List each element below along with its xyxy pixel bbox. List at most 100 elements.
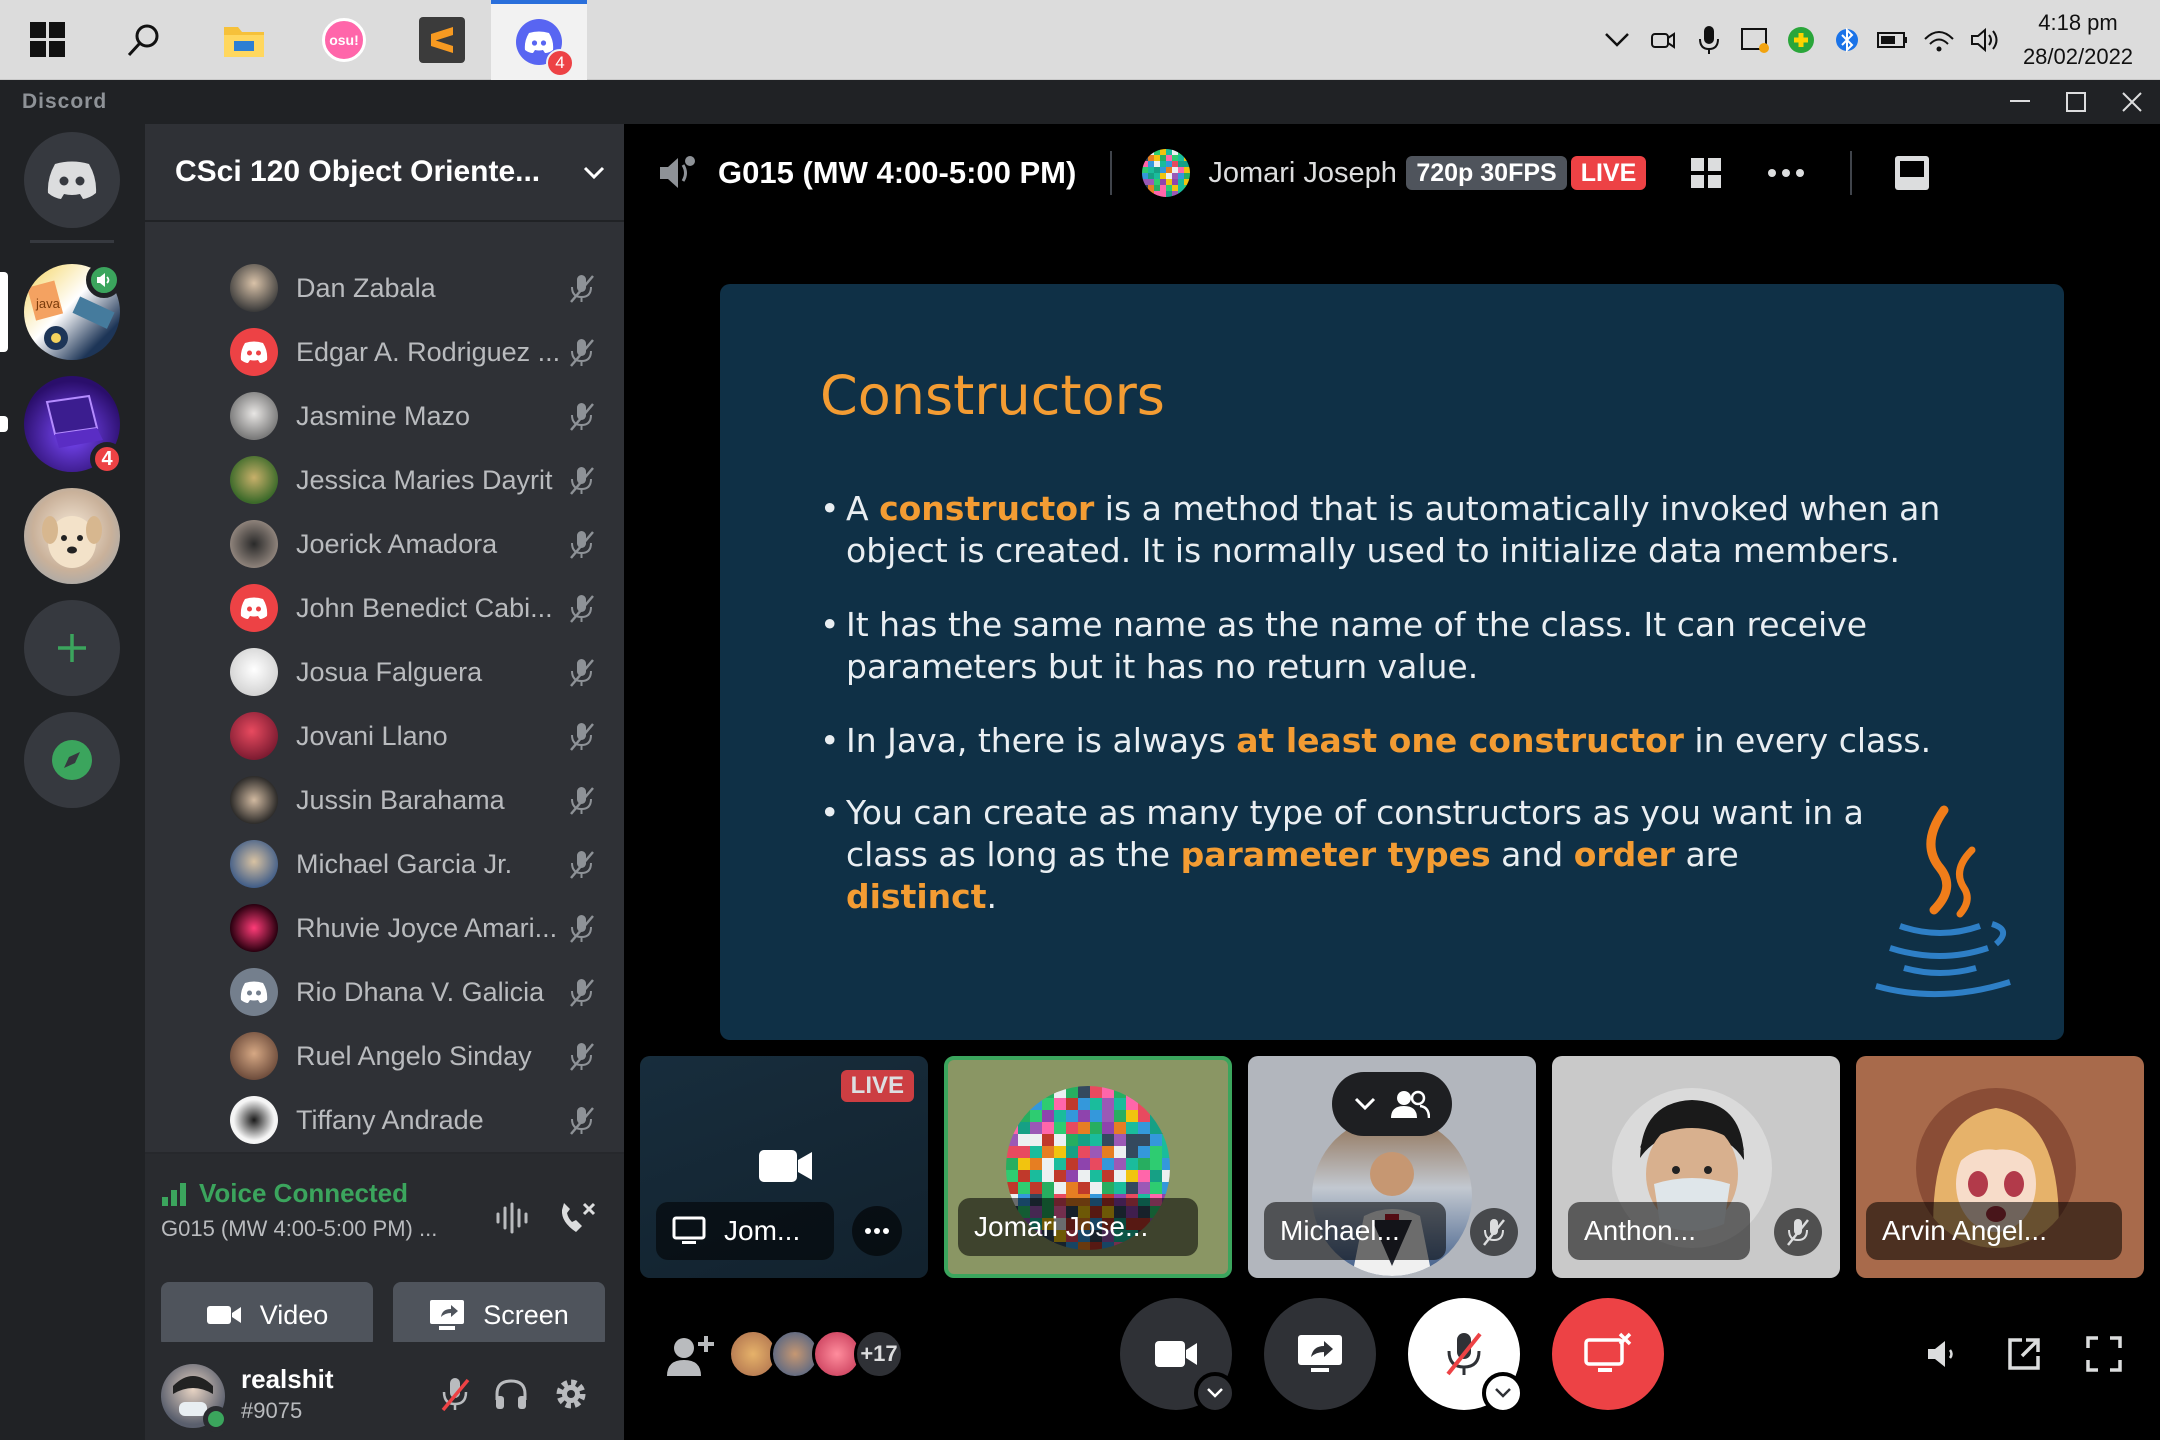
- osu-button[interactable]: osu!: [296, 0, 392, 80]
- voice-member[interactable]: Joerick Amadora: [230, 516, 600, 572]
- tile-screen-share[interactable]: LIVE Jom...: [640, 1056, 928, 1278]
- disconnect-button[interactable]: [1552, 1298, 1664, 1410]
- discord-taskbar-button[interactable]: 4: [491, 0, 587, 80]
- microphone-toggle-button[interactable]: [1408, 1298, 1524, 1414]
- screen-share-toggle-button[interactable]: [1264, 1298, 1376, 1410]
- camera-options-button[interactable]: [1194, 1372, 1236, 1414]
- tile-michael[interactable]: Michael...: [1248, 1056, 1536, 1278]
- tile-jomari-speaking[interactable]: Jomari Jose...: [944, 1056, 1232, 1278]
- clock[interactable]: 4:18 pm 28/02/2022: [2008, 6, 2148, 74]
- explore-servers-button[interactable]: [24, 712, 120, 808]
- voice-member[interactable]: Rio Dhana V. Galicia: [230, 964, 600, 1020]
- deafen-button[interactable]: [487, 1370, 535, 1418]
- microphone-muted-icon: [570, 531, 594, 559]
- sublime-text-button[interactable]: [394, 0, 490, 80]
- battery-icon[interactable]: [1870, 0, 1916, 80]
- video-camera-icon: [206, 1306, 241, 1324]
- mute-microphone-button[interactable]: [431, 1370, 479, 1418]
- noise-suppression-button[interactable]: [489, 1194, 537, 1242]
- voice-member[interactable]: Jasmine Mazo: [230, 388, 600, 444]
- discord-icon: 4: [516, 19, 574, 77]
- voice-member[interactable]: Edgar A. Rodriguez ...: [230, 324, 600, 380]
- voice-member[interactable]: Jessica Maries Dayrit: [230, 452, 600, 508]
- meet-now-icon[interactable]: [1640, 0, 1686, 80]
- server-purple-laptop[interactable]: 4: [24, 376, 124, 476]
- monitor-icon: [672, 1216, 706, 1244]
- participant-toggle-button[interactable]: [1332, 1072, 1452, 1136]
- camera-toggle-button[interactable]: [1120, 1298, 1236, 1414]
- voice-member[interactable]: Jussin Barahama: [230, 772, 600, 828]
- stream-volume-button[interactable]: [1912, 1324, 1972, 1384]
- voice-member[interactable]: Josua Falguera: [230, 644, 600, 700]
- more-participants-count[interactable]: +17: [854, 1329, 904, 1379]
- microphone-icon[interactable]: [1686, 0, 1732, 80]
- inbox-button[interactable]: [1882, 143, 1942, 203]
- tile-more-options-button[interactable]: [852, 1206, 902, 1256]
- voice-member[interactable]: Tiffany Andrade: [230, 1092, 600, 1148]
- minimize-button[interactable]: [1992, 80, 2048, 124]
- member-avatar: [230, 712, 278, 760]
- chevron-down-icon: [564, 157, 624, 188]
- member-name: Jessica Maries Dayrit: [296, 464, 553, 495]
- voice-member[interactable]: John Benedict Cabi...: [230, 580, 600, 636]
- home-button[interactable]: [24, 132, 120, 228]
- pop-out-button[interactable]: [1994, 1324, 2054, 1384]
- voice-member[interactable]: Dan Zabala: [230, 260, 600, 316]
- server-java-class[interactable]: java: [24, 262, 122, 360]
- windows-start-button[interactable]: [0, 0, 96, 80]
- guild-header[interactable]: CSci 120 Object Oriente...: [145, 124, 624, 222]
- screen-share-view[interactable]: Constructors • A constructor is a method …: [720, 284, 2064, 1040]
- invite-people-button[interactable]: [660, 1328, 720, 1384]
- volume-icon[interactable]: [1962, 0, 2008, 80]
- header-divider: [1110, 151, 1113, 195]
- bluetooth-icon[interactable]: [1824, 0, 1870, 80]
- chevron-up-icon[interactable]: [1594, 0, 1640, 80]
- video-button-label: Video: [259, 1299, 329, 1330]
- member-name: Michael Garcia Jr.: [296, 848, 513, 879]
- tile-live-badge: LIVE: [840, 1070, 914, 1102]
- microphone-muted-icon: [570, 275, 594, 303]
- voice-member[interactable]: Ruel Angelo Sinday: [230, 1028, 600, 1084]
- video-button[interactable]: Video: [161, 1282, 373, 1348]
- inbox-icon: [1895, 156, 1930, 190]
- more-options-button[interactable]: [1756, 143, 1816, 203]
- member-avatar: [230, 648, 278, 696]
- wifi-icon[interactable]: [1916, 0, 1962, 80]
- screen-share-button[interactable]: Screen: [393, 1282, 605, 1348]
- file-explorer-button[interactable]: [196, 0, 292, 80]
- selected-server-pill: [0, 272, 8, 352]
- grid-layout-button[interactable]: [1676, 143, 1736, 203]
- server-dog[interactable]: [24, 488, 120, 584]
- member-name: Josua Falguera: [296, 656, 483, 687]
- member-muted-indicator: [564, 785, 600, 815]
- member-muted-indicator: [564, 849, 600, 879]
- disconnect-call-button[interactable]: [553, 1194, 601, 1242]
- video-camera-icon: [1155, 1341, 1197, 1367]
- user-avatar[interactable]: [161, 1364, 229, 1432]
- tile-arvin[interactable]: Arvin Angel...: [1856, 1056, 2144, 1278]
- microphone-muted-icon: [570, 467, 594, 495]
- fullscreen-button[interactable]: [2074, 1324, 2134, 1384]
- green-app-icon[interactable]: [1778, 0, 1824, 80]
- add-server-button[interactable]: [24, 600, 120, 696]
- header-divider-2: [1850, 151, 1853, 195]
- microphone-muted-icon: [1483, 1219, 1505, 1246]
- action-center-icon[interactable]: [1732, 0, 1778, 80]
- streamer-avatar[interactable]: [1142, 149, 1191, 197]
- member-avatar: [230, 840, 278, 888]
- voice-channel-name[interactable]: G015 (MW 4:00-5:00 PM) ...: [161, 1216, 437, 1242]
- voice-status[interactable]: Voice Connected: [161, 1178, 408, 1209]
- voice-member[interactable]: Rhuvie Joyce Amari...: [230, 900, 600, 956]
- search-button[interactable]: [96, 0, 192, 80]
- maximize-button[interactable]: [2048, 80, 2104, 124]
- user-settings-button[interactable]: [547, 1370, 595, 1418]
- more-options-icon: [1768, 169, 1805, 177]
- voice-member[interactable]: Jovani Llano: [230, 708, 600, 764]
- signal-strength-icon: [162, 1182, 186, 1206]
- pixelated-avatar-icon: [1142, 149, 1191, 197]
- phone-disconnect-icon: [561, 1202, 596, 1232]
- close-button[interactable]: [2104, 80, 2160, 124]
- voice-member[interactable]: Michael Garcia Jr.: [230, 836, 600, 892]
- tile-anthony[interactable]: Anthon...: [1552, 1056, 1840, 1278]
- microphone-options-button[interactable]: [1482, 1372, 1524, 1414]
